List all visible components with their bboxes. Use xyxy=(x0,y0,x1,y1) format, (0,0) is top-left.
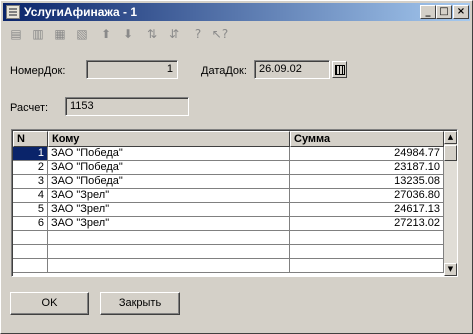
amount-cell[interactable]: 13235.08 xyxy=(290,175,444,189)
minimize-button[interactable]: _ xyxy=(420,5,436,19)
table-row[interactable]: 6 ЗАО "Зрел" 27213.02 xyxy=(13,217,444,231)
rows-table: N Кому Сумма 1 ЗАО "Победа" 24984.77 2 ЗАО "… xyxy=(11,129,458,277)
context-help-icon[interactable]: ↖? xyxy=(211,25,229,43)
table-row[interactable]: 4 ЗАО "Зрел" 27036.80 xyxy=(13,189,444,203)
recipient-cell[interactable]: ЗАО "Победа" xyxy=(48,161,290,175)
app-icon xyxy=(6,5,20,19)
table-header: N Кому Сумма xyxy=(13,131,444,147)
amount-cell[interactable]: 27213.02 xyxy=(290,217,444,231)
title-bar[interactable]: УслугиАфинажа - 1 _ □ × xyxy=(3,3,470,21)
table-row[interactable] xyxy=(13,245,444,259)
recipient-cell[interactable]: ЗАО "Победа" xyxy=(48,175,290,189)
scroll-thumb[interactable] xyxy=(444,145,457,161)
ok-button[interactable]: OK xyxy=(10,292,89,315)
table-row[interactable]: 2 ЗАО "Победа" 23187.10 xyxy=(13,161,444,175)
amount-cell[interactable] xyxy=(290,245,444,259)
doc-date-field[interactable]: 26.09.02 xyxy=(254,60,330,79)
amount-cell[interactable] xyxy=(290,259,444,273)
amount-cell[interactable]: 24984.77 xyxy=(290,147,444,161)
doc-date-label: ДатаДок: xyxy=(201,65,247,77)
row-number-cell[interactable]: 6 xyxy=(13,217,48,231)
calc-field[interactable]: 1153 xyxy=(65,97,189,116)
toolbar: ▤ ▥ ▦ ▧ ⬆ ⬇ ⇅ ⇵? ↖? xyxy=(5,23,465,45)
table-row[interactable]: 1 ЗАО "Победа" 24984.77 xyxy=(13,147,444,161)
close-button[interactable]: × xyxy=(453,5,469,19)
move-down-icon[interactable]: ⬇ xyxy=(119,25,137,43)
recipient-cell[interactable] xyxy=(48,245,290,259)
delete-row-icon[interactable]: ▦ xyxy=(51,25,69,43)
doc-number-label: НомерДок: xyxy=(10,65,66,77)
recipient-cell[interactable] xyxy=(48,259,290,273)
move-up-icon[interactable]: ⬆ xyxy=(97,25,115,43)
table-row[interactable]: 5 ЗАО "Зрел" 24617.13 xyxy=(13,203,444,217)
row-number-cell[interactable]: 3 xyxy=(13,175,48,189)
table-row[interactable] xyxy=(13,231,444,245)
recipient-cell[interactable]: ЗАО "Зрел" xyxy=(48,189,290,203)
row-number-cell[interactable]: 2 xyxy=(13,161,48,175)
sort-desc-icon[interactable]: ⇵ xyxy=(165,25,183,43)
recipient-cell[interactable]: ЗАО "Зрел" xyxy=(48,217,290,231)
document-window: УслугиАфинажа - 1 _ □ × ▤ ▥ ▦ ▧ ⬆ ⬇ ⇅ ⇵? ↖? Номе… xyxy=(0,0,473,334)
amount-cell[interactable]: 24617.13 xyxy=(290,203,444,217)
scroll-up-icon[interactable]: ▲ xyxy=(444,131,457,144)
row-number-cell[interactable]: 4 xyxy=(13,189,48,203)
row-number-cell[interactable] xyxy=(13,259,48,273)
table-row[interactable] xyxy=(13,259,444,273)
row-number-cell[interactable]: 5 xyxy=(13,203,48,217)
calc-label: Расчет: xyxy=(10,102,49,114)
amount-cell[interactable]: 23187.10 xyxy=(290,161,444,175)
vertical-scrollbar[interactable]: ▲ ▼ xyxy=(444,131,457,276)
calendar-icon[interactable] xyxy=(332,61,347,78)
column-header-recipient[interactable]: Кому xyxy=(48,131,290,147)
amount-cell[interactable] xyxy=(290,231,444,245)
column-header-amount[interactable]: Сумма xyxy=(290,131,444,147)
edit-row-icon[interactable]: ▧ xyxy=(73,25,91,43)
recipient-cell[interactable] xyxy=(48,231,290,245)
maximize-button[interactable]: □ xyxy=(436,5,452,19)
window-title: УслугиАфинажа - 1 xyxy=(24,5,138,19)
row-number-cell[interactable]: 1 xyxy=(13,147,48,161)
help-icon[interactable]: ? xyxy=(189,25,207,43)
row-number-cell[interactable] xyxy=(13,231,48,245)
recipient-cell[interactable]: ЗАО "Победа" xyxy=(48,147,290,161)
close-form-button[interactable]: Закрыть xyxy=(100,292,180,315)
amount-cell[interactable]: 27036.80 xyxy=(290,189,444,203)
column-header-n[interactable]: N xyxy=(13,131,48,147)
recipient-cell[interactable]: ЗАО "Зрел" xyxy=(48,203,290,217)
table-row[interactable]: 3 ЗАО "Победа" 13235.08 xyxy=(13,175,444,189)
new-row-icon[interactable]: ▤ xyxy=(7,25,25,43)
doc-number-field[interactable]: 1 xyxy=(86,60,178,79)
scroll-down-icon[interactable]: ▼ xyxy=(444,263,457,276)
sort-asc-icon[interactable]: ⇅ xyxy=(143,25,161,43)
row-number-cell[interactable] xyxy=(13,245,48,259)
copy-row-icon[interactable]: ▥ xyxy=(29,25,47,43)
